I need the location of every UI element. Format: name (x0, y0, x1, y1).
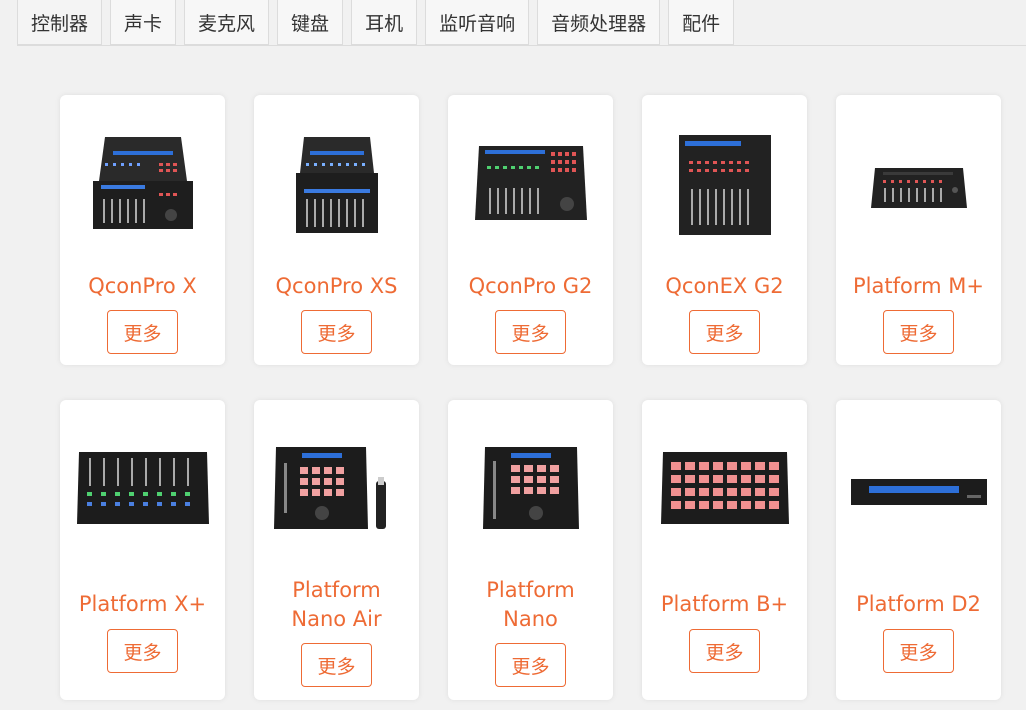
product-name[interactable]: Nano Air (254, 605, 419, 634)
product-image[interactable] (60, 428, 225, 558)
product-card[interactable]: Platform X+ 更多 (60, 400, 225, 700)
product-image[interactable] (448, 428, 613, 558)
product-image[interactable] (60, 123, 225, 253)
tab-microphones[interactable]: 麦克风 (184, 0, 270, 45)
product-card[interactable]: Platform Nano 更多 (448, 400, 613, 700)
tab-audio-interfaces[interactable]: 声卡 (110, 0, 177, 45)
product-card[interactable]: QconEX G2 更多 (642, 95, 807, 365)
product-name[interactable]: Platform M+ (836, 272, 1001, 301)
product-name[interactable]: Platform (254, 576, 419, 605)
product-image[interactable] (448, 123, 613, 253)
product-name[interactable]: QconPro G2 (448, 272, 613, 301)
product-name[interactable]: Nano (448, 605, 613, 634)
more-button[interactable]: 更多 (495, 310, 566, 354)
product-image[interactable] (642, 123, 807, 253)
product-card[interactable]: QconPro XS 更多 (254, 95, 419, 365)
more-button[interactable]: 更多 (689, 310, 760, 354)
product-name[interactable]: QconEX G2 (642, 272, 807, 301)
tab-controllers[interactable]: 控制器 (17, 0, 103, 45)
product-name[interactable]: QconPro XS (254, 272, 419, 301)
product-card[interactable]: QconPro X 更多 (60, 95, 225, 365)
product-image[interactable] (836, 428, 1001, 558)
product-image[interactable] (836, 123, 1001, 253)
product-card[interactable]: Platform M+ 更多 (836, 95, 1001, 365)
product-card[interactable]: Platform D2 更多 (836, 400, 1001, 700)
product-image[interactable] (642, 428, 807, 558)
product-card[interactable]: Platform B+ 更多 (642, 400, 807, 700)
tab-keyboards[interactable]: 键盘 (277, 0, 344, 45)
product-image[interactable] (254, 428, 419, 558)
more-button[interactable]: 更多 (107, 629, 178, 673)
more-button[interactable]: 更多 (883, 310, 954, 354)
product-name[interactable]: Platform D2 (836, 590, 1001, 619)
tab-accessories[interactable]: 配件 (668, 0, 735, 45)
product-name[interactable]: QconPro X (60, 272, 225, 301)
product-image[interactable] (254, 123, 419, 253)
more-button[interactable]: 更多 (495, 643, 566, 687)
product-card[interactable]: Platform Nano Air 更多 (254, 400, 419, 700)
product-name[interactable]: Platform B+ (642, 590, 807, 619)
more-button[interactable]: 更多 (301, 643, 372, 687)
more-button[interactable]: 更多 (107, 310, 178, 354)
more-button[interactable]: 更多 (883, 629, 954, 673)
more-button[interactable]: 更多 (301, 310, 372, 354)
tab-audio-processors[interactable]: 音频处理器 (537, 0, 661, 45)
product-name[interactable]: Platform X+ (60, 590, 225, 619)
product-name[interactable]: Platform (448, 576, 613, 605)
tab-monitors[interactable]: 监听音响 (425, 0, 530, 45)
category-tabs: 控制器 声卡 麦克风 键盘 耳机 监听音响 音频处理器 配件 (17, 0, 742, 46)
tab-divider (17, 45, 1026, 46)
product-card[interactable]: QconPro G2 更多 (448, 95, 613, 365)
tab-headphones[interactable]: 耳机 (351, 0, 418, 45)
more-button[interactable]: 更多 (689, 629, 760, 673)
